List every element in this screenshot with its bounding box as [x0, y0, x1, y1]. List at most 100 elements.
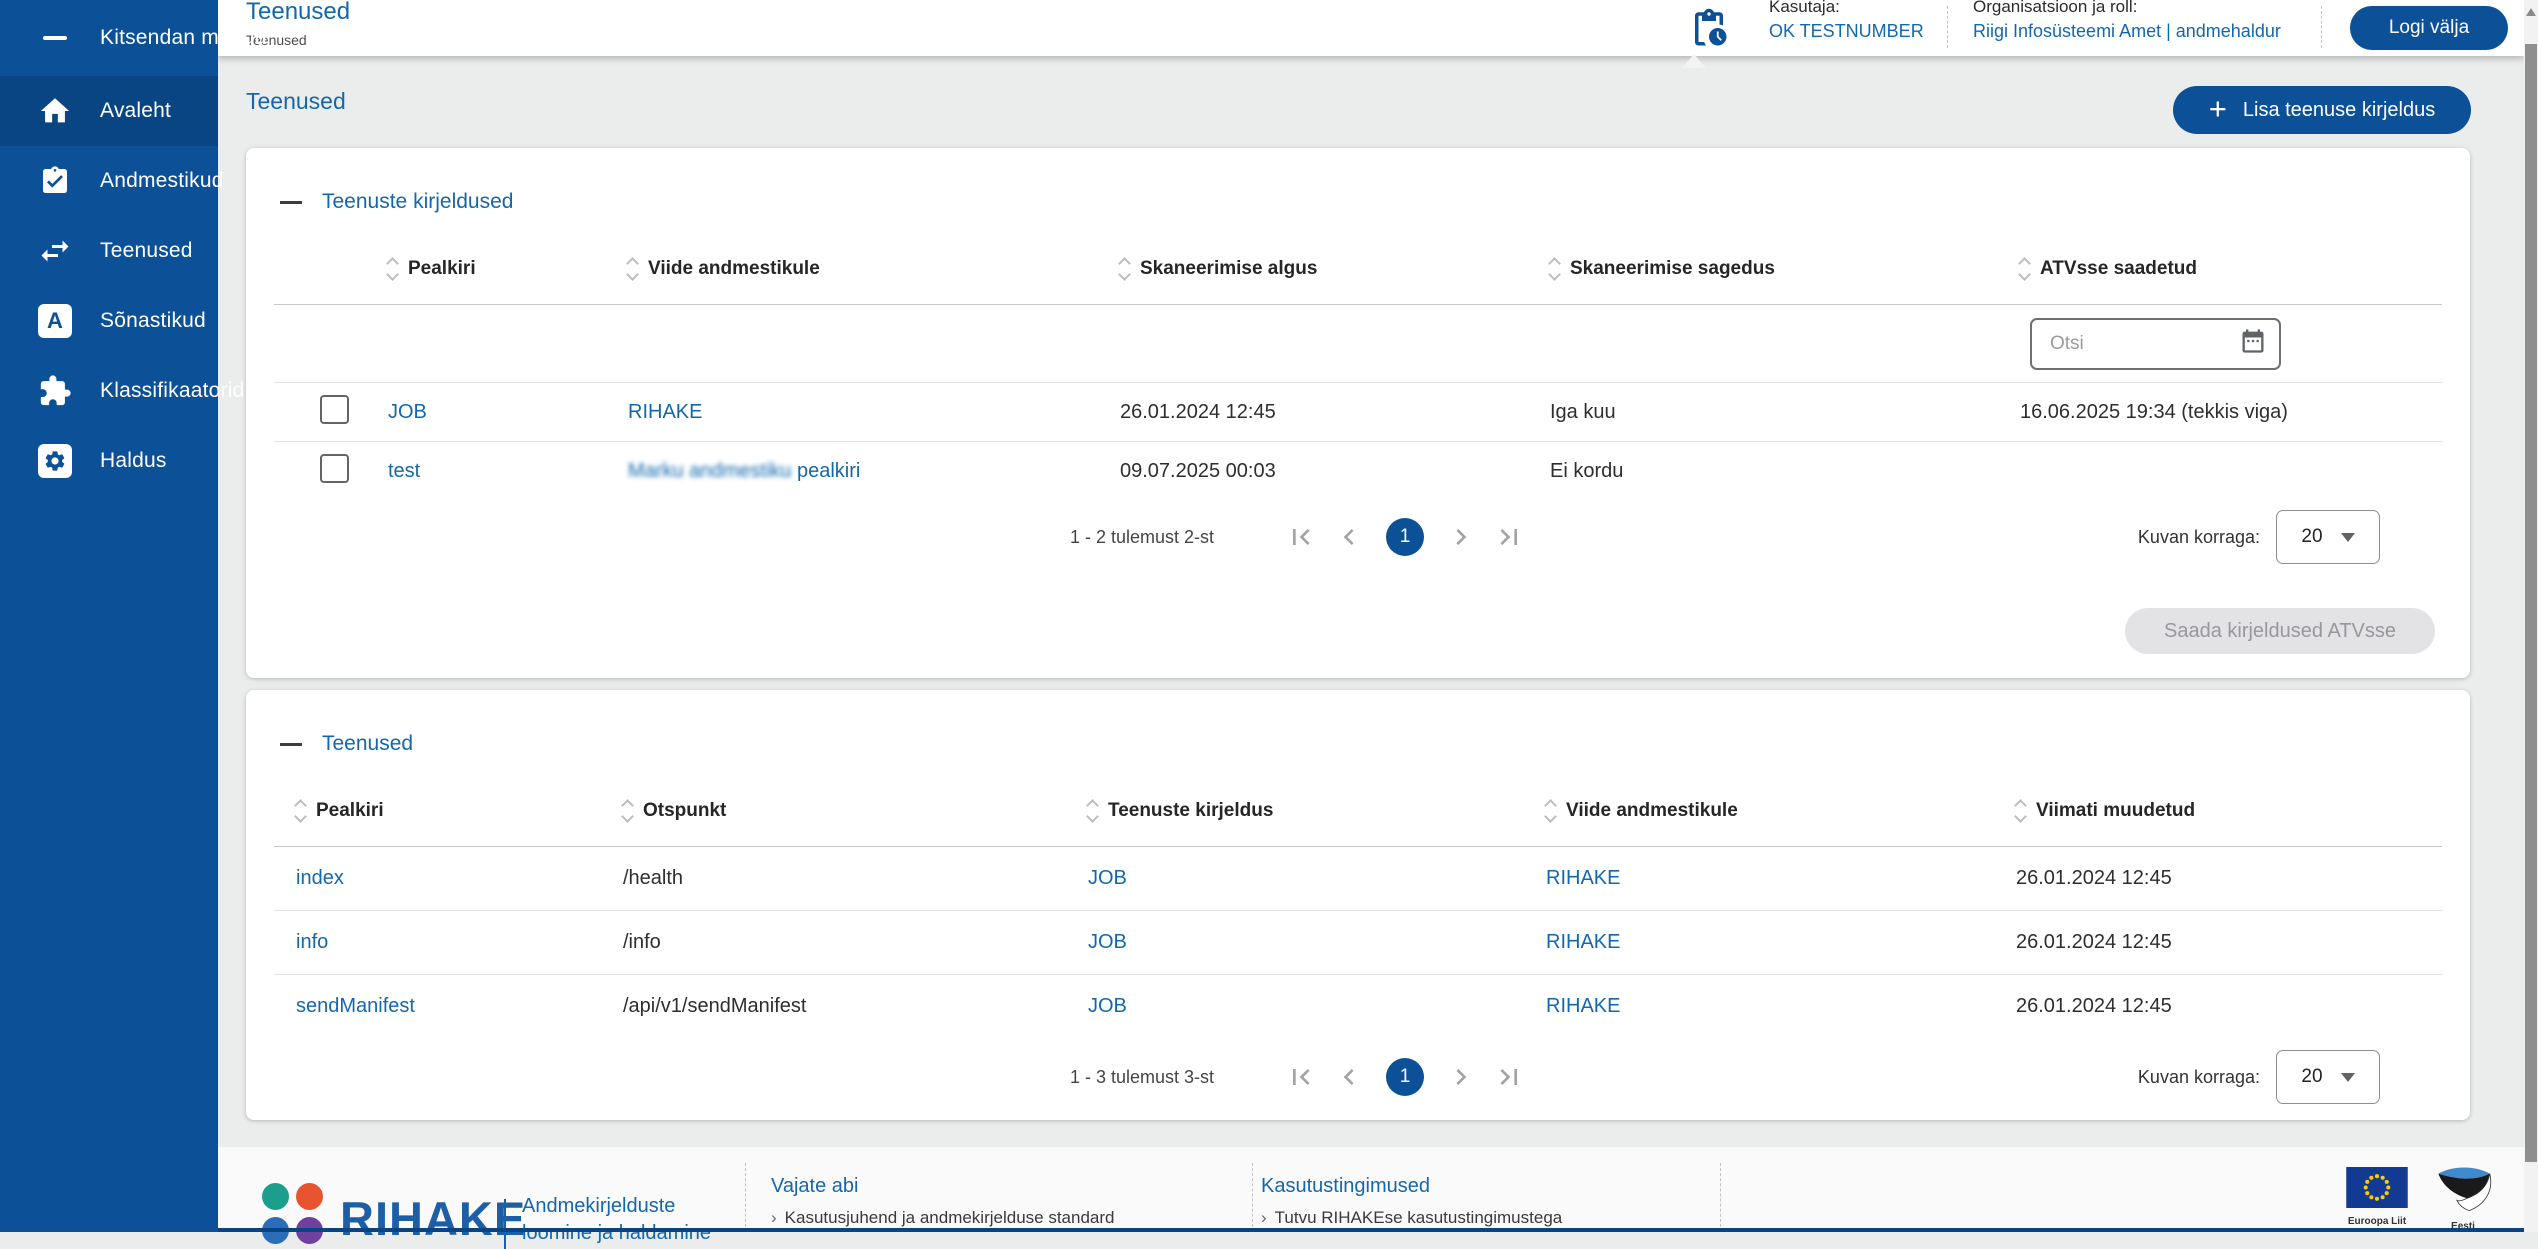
last-page-button[interactable] [1492, 1060, 1526, 1094]
pagination-summary: 1 - 3 tulemust 3-st [1070, 1067, 1214, 1088]
letter-a-icon: A [36, 302, 74, 340]
sort-icon [1550, 259, 1559, 279]
user-label: Kasutaja: [1769, 0, 1924, 17]
per-page-label: Kuvan korraga: [2138, 1067, 2260, 1088]
dataset-link[interactable]: RIHAKE [1546, 867, 1620, 889]
sort-icon [1088, 801, 1097, 821]
service-description-link[interactable]: JOB [1088, 995, 1127, 1017]
prev-page-button[interactable] [1332, 1060, 1366, 1094]
atv-date-filter[interactable] [2030, 318, 2281, 370]
current-page[interactable]: 1 [1386, 1058, 1424, 1096]
sort-icon [2016, 801, 2025, 821]
service-description-link[interactable]: JOB [1088, 867, 1127, 889]
sidebar-item-haldus[interactable]: Haldus [0, 426, 218, 496]
table-row: info /info JOB RIHAKE 26.01.2024 12:45 [274, 911, 2442, 975]
column-header-otspunkt[interactable]: Otspunkt [623, 800, 1088, 822]
first-page-button[interactable] [1284, 1060, 1318, 1094]
eu-flag: Euroopa Liit [2346, 1167, 2408, 1227]
topbar: Teenused Teenused Kasutaja: OK TESTNUMBE… [218, 0, 2524, 56]
dataset-link[interactable]: RIHAKE [1546, 931, 1620, 953]
column-header-viimati-muudetud[interactable]: Viimati muudetud [2016, 800, 2436, 822]
column-header-atvsse-saadetud[interactable]: ATVsse saadetud [2020, 258, 2440, 280]
scroll-up-arrow-icon[interactable] [2526, 8, 2536, 16]
table-row: index /health JOB RIHAKE 26.01.2024 12:4… [274, 847, 2442, 911]
per-page-select[interactable]: 20 [2276, 1050, 2380, 1104]
scrollbar-thumb[interactable] [2525, 44, 2537, 1162]
service-link[interactable]: index [296, 867, 344, 889]
column-header-pealkiri[interactable]: Pealkiri [388, 258, 628, 280]
search-input[interactable] [2048, 332, 2239, 356]
dataset-link[interactable]: RIHAKE [628, 401, 702, 423]
divider [2321, 6, 2322, 48]
org-label: Organisatsioon ja roll: [1973, 0, 2281, 17]
collapse-icon [280, 201, 302, 204]
service-description-link[interactable]: JOB [1088, 931, 1127, 953]
divider [504, 1199, 506, 1249]
help-link[interactable]: ›Kasutusjuhend ja andmekirjelduse standa… [771, 1208, 1115, 1228]
transfer-arrows-icon [36, 232, 74, 270]
current-page[interactable]: 1 [1386, 518, 1424, 556]
clipboard-check-icon [36, 162, 74, 200]
sort-icon [2020, 259, 2029, 279]
calendar-icon[interactable] [2239, 327, 2267, 360]
logout-button[interactable]: Logi välja [2350, 6, 2508, 50]
tooltip-arrow [1682, 42, 1706, 68]
column-header-viide-andmestikule[interactable]: Viide andmestikule [628, 258, 1120, 280]
user-value[interactable]: OK TESTNUMBER [1769, 21, 1924, 42]
chevron-down-icon [2341, 1073, 2355, 1082]
collapse-icon [280, 743, 302, 746]
footer-terms-title: Kasutustingimused [1261, 1175, 1562, 1198]
sidebar-item-sonastikud[interactable]: A Sõnastikud [0, 286, 218, 356]
sort-icon [1120, 259, 1129, 279]
footer-logo-text: RIHAKE [340, 1191, 526, 1246]
column-header-teenuste-kirjeldus[interactable]: Teenuste kirjeldus [1088, 800, 1546, 822]
next-page-button[interactable] [1444, 1060, 1478, 1094]
column-header-skaneerimise-sagedus[interactable]: Skaneerimise sagedus [1550, 258, 2020, 280]
last-page-button[interactable] [1492, 520, 1526, 554]
table-row: JOB RIHAKE 26.01.2024 12:45 Iga kuu 16.0… [274, 383, 2442, 442]
column-header-pealkiri[interactable]: Pealkiri [296, 800, 623, 822]
sidebar-item-klassifikaatorid[interactable]: Klassifikaatorid [0, 356, 218, 426]
table-header-row: Pealkiri Otspunkt Teenuste kirjeldus Vii… [274, 800, 2442, 847]
sidebar-item-avaleht[interactable]: Avaleht [0, 76, 218, 146]
per-page-control: Kuvan korraga: 20 [2138, 510, 2380, 564]
user-info: Kasutaja: OK TESTNUMBER [1769, 0, 1924, 42]
topbar-title: Teenused [246, 0, 350, 26]
sidebar-item-collapse-menu[interactable]: Kitsendan menüü [0, 0, 218, 76]
rihake-logo-icon [262, 1183, 323, 1244]
row-checkbox[interactable] [320, 454, 349, 483]
add-service-description-button[interactable]: + Lisa teenuse kirjeldus [2173, 86, 2471, 134]
prev-page-button[interactable] [1332, 520, 1366, 554]
row-checkbox[interactable] [320, 395, 349, 424]
service-link[interactable]: sendManifest [296, 995, 415, 1017]
terms-link[interactable]: ›Tutvu RIHAKEse kasutustingimustega [1261, 1208, 1562, 1228]
footer-help-section: Vajate abi ›Kasutusjuhend ja andmekirjel… [771, 1175, 1115, 1228]
org-info: Organisatsioon ja roll: Riigi Infosüstee… [1973, 0, 2281, 42]
card-collapse-header[interactable]: Teenused [246, 690, 2470, 756]
scrollbar[interactable] [2524, 0, 2538, 1232]
dataset-link[interactable]: Marku andmestiku pealkiri [628, 460, 860, 482]
sort-icon [296, 801, 305, 821]
send-to-atv-button[interactable]: Saada kirjeldused ATVsse [2125, 608, 2435, 654]
pagination: 1 - 2 tulemust 2-st 1 Kuvan korraga: 20 [274, 500, 2442, 574]
services-card: Teenused Pealkiri Otspunkt Teenuste kirj… [246, 690, 2470, 1120]
sidebar-item-teenused[interactable]: Teenused [0, 216, 218, 286]
sort-icon [623, 801, 632, 821]
per-page-label: Kuvan korraga: [2138, 527, 2260, 548]
first-page-button[interactable] [1284, 520, 1318, 554]
plus-icon: + [2209, 91, 2227, 127]
column-header-viide-andmestikule[interactable]: Viide andmestikule [1546, 800, 2016, 822]
org-value[interactable]: Riigi Infosüsteemi Amet | andmehaldur [1973, 21, 2281, 42]
dataset-link[interactable]: RIHAKE [1546, 995, 1620, 1017]
service-description-link[interactable]: JOB [388, 401, 427, 423]
footer-tagline: Andmekirjelduste loomine ja haldamine [522, 1193, 711, 1247]
next-page-button[interactable] [1444, 520, 1478, 554]
per-page-select[interactable]: 20 [2276, 510, 2380, 564]
sort-icon [388, 259, 397, 279]
service-link[interactable]: info [296, 931, 328, 953]
card-collapse-header[interactable]: Teenuste kirjeldused [246, 148, 2470, 214]
column-header-skaneerimise-algus[interactable]: Skaneerimise algus [1120, 258, 1550, 280]
sidebar-item-andmestikud[interactable]: Andmestikud [0, 146, 218, 216]
puzzle-icon [36, 372, 74, 410]
service-description-link[interactable]: test [388, 460, 420, 482]
